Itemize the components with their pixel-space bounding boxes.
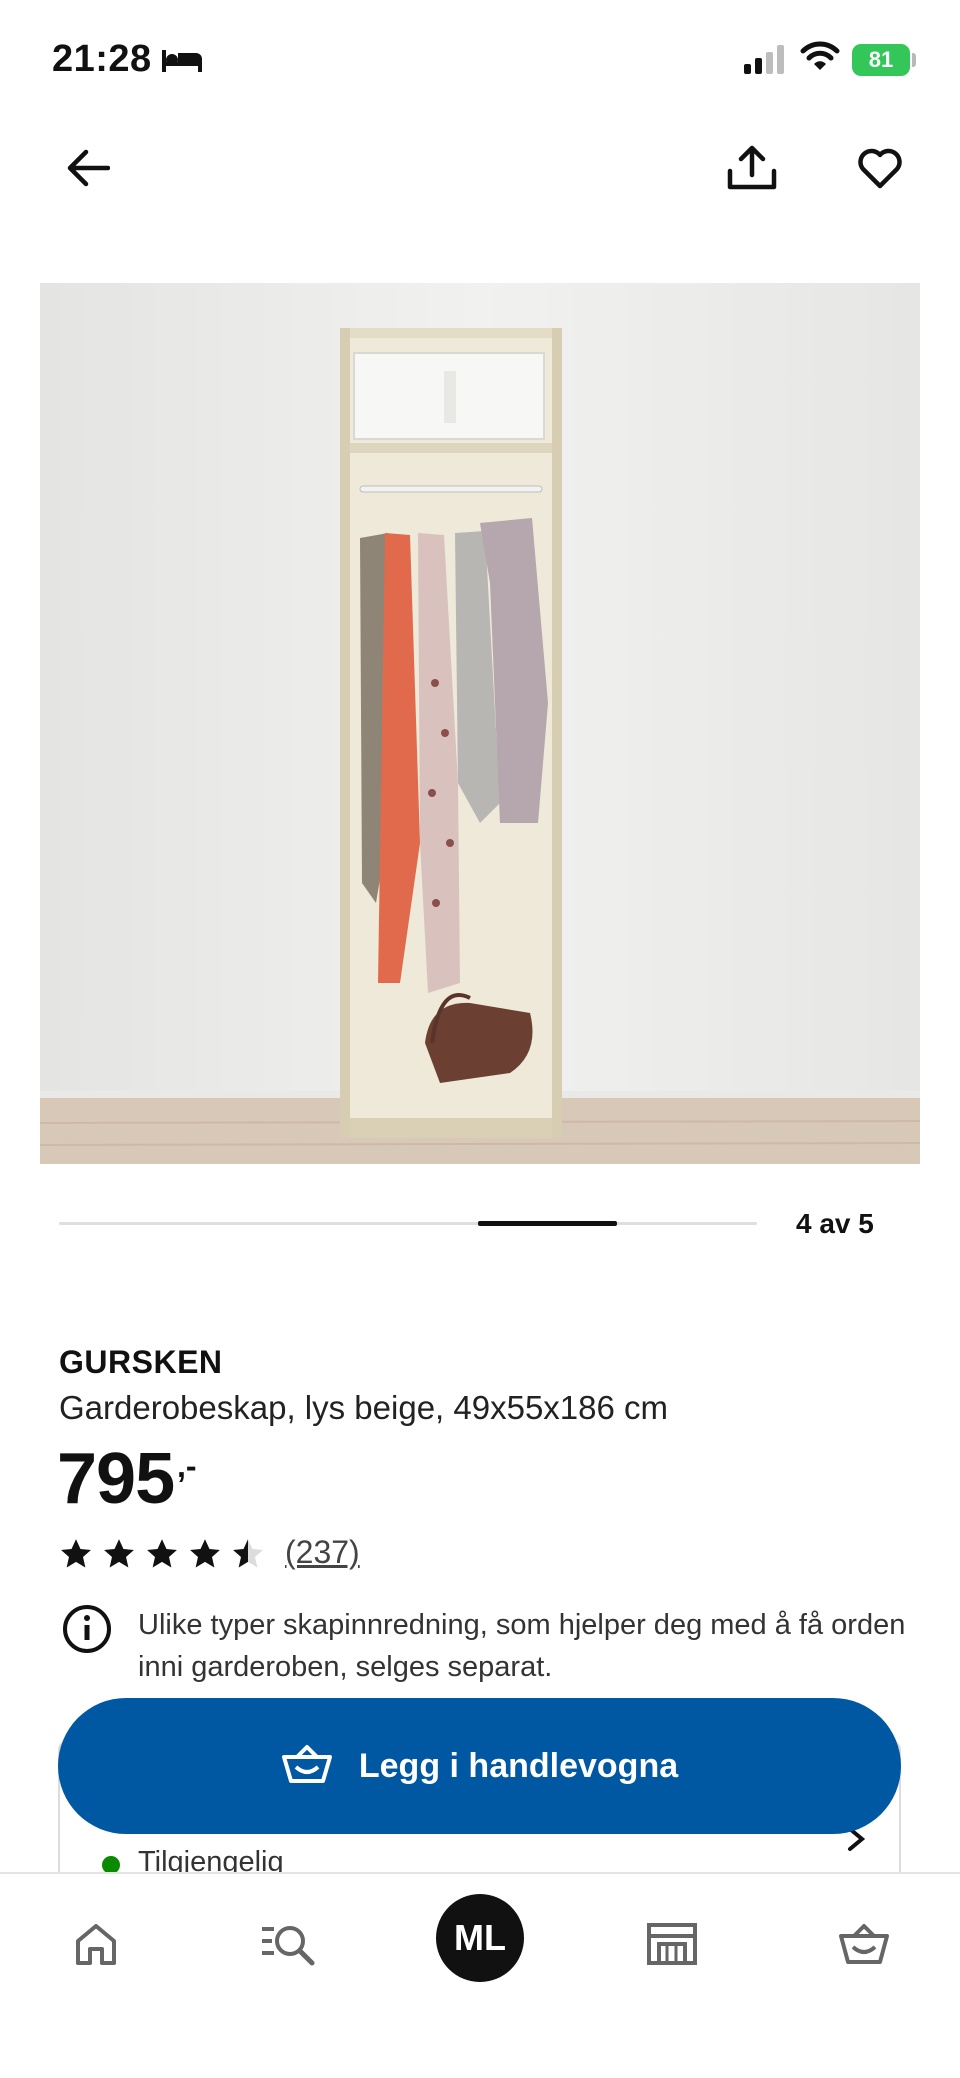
wifi-icon (800, 40, 840, 77)
star-full-icon (61, 1538, 91, 1567)
star-full-icon (104, 1538, 134, 1567)
rating-stars (59, 1537, 265, 1569)
info-note-text: Ulike typer skapinnredning, som hjelper … (138, 1609, 906, 1683)
heart-icon (857, 147, 903, 194)
nav-store[interactable] (624, 1900, 720, 1992)
search-icon (260, 1921, 316, 1972)
profile-avatar: ML (436, 1894, 524, 1982)
basket-icon (281, 1743, 333, 1790)
back-arrow-icon (66, 148, 111, 193)
product-name: GURSKEN (59, 1344, 223, 1380)
cart-icon (838, 1922, 890, 1971)
gallery-counter: 4 av 5 (796, 1208, 874, 1239)
share-icon (727, 145, 777, 196)
favorite-button[interactable] (844, 134, 916, 206)
product-description: Garderobeskap, lys beige, 49x55x186 cm (59, 1389, 669, 1426)
home-icon (73, 1921, 119, 1972)
bottom-nav: ML (0, 1872, 960, 2078)
battery-tip (912, 53, 916, 67)
star-full-icon (190, 1538, 220, 1567)
product-rating[interactable]: (237) (59, 1534, 360, 1571)
battery-icon: 81 (852, 44, 910, 76)
gallery-progress-thumb (477, 1221, 618, 1226)
price-suffix: ,- (177, 1448, 197, 1484)
bed-icon (162, 46, 202, 79)
product-price: 795 (57, 1439, 175, 1519)
gallery-progress (59, 1221, 757, 1226)
nav-search[interactable] (240, 1900, 336, 1992)
add-to-cart-button[interactable]: Legg i handlevogna (58, 1698, 901, 1834)
info-icon (62, 1604, 112, 1659)
review-count-link[interactable]: (237) (285, 1534, 360, 1571)
star-full-icon (147, 1538, 177, 1567)
signal-icon (742, 44, 788, 79)
status-bar: 21:28 81 (0, 0, 960, 120)
add-to-cart-label: Legg i handlevogna (358, 1746, 679, 1785)
share-button[interactable] (716, 134, 788, 206)
nav-profile[interactable]: ML (432, 1892, 528, 1984)
back-button[interactable] (52, 134, 124, 206)
nav-home[interactable] (48, 1900, 144, 1992)
product-image[interactable] (40, 283, 920, 1164)
status-time: 21:28 (52, 38, 152, 80)
wardrobe-illustration (40, 283, 920, 1164)
nav-cart[interactable] (816, 1900, 912, 1992)
star-half-icon (233, 1538, 263, 1567)
store-icon (646, 1922, 698, 1971)
